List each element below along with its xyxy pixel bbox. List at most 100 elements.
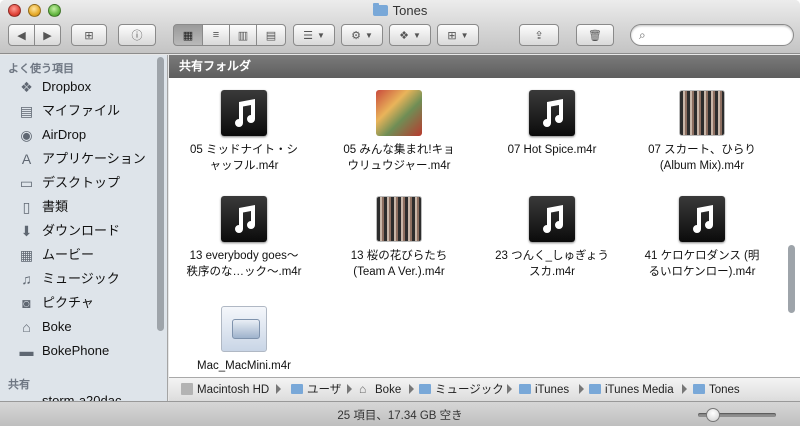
sidebar-item-music[interactable]: ♫ ミュージック: [0, 267, 167, 291]
file-item[interactable]: 07 スカート、ひらり (Album Mix).m4r: [627, 82, 777, 174]
column-view-button[interactable]: ▥: [229, 24, 257, 46]
airdrop-icon: ◉: [20, 127, 33, 143]
folder-icon: [419, 384, 431, 394]
coverflow-view-button[interactable]: ▤: [256, 24, 286, 46]
file-name-line1: 05 みんな集まれ!キョ: [343, 144, 455, 156]
path-crumb-label: iTunes Media: [605, 384, 674, 396]
home-icon: ⌂: [359, 382, 367, 396]
file-item[interactable]: 41 ケロケロダンス (明 るいロケンロー).m4r: [627, 188, 777, 280]
documents-icon: ▯: [22, 199, 31, 215]
desktop-icon: ▭: [19, 175, 34, 191]
dropbox-menu-button[interactable]: ❖ ▼: [389, 24, 431, 46]
sidebar-item-label: 書類: [42, 199, 69, 214]
file-item[interactable]: 07 Hot Spice.m4r: [477, 82, 627, 158]
action-menu-button[interactable]: ⚙ ▼: [341, 24, 383, 46]
file-name: 13 桜の花びらたち (Team A Ver.).m4r: [324, 248, 474, 280]
path-crumb-boke[interactable]: ⌂ Boke: [359, 382, 401, 398]
list-view-button[interactable]: ≡: [202, 24, 230, 46]
share-icon: ⇪: [534, 29, 544, 42]
search-icon: ⌕: [639, 28, 646, 42]
list-view-icon: ≡: [212, 29, 220, 41]
sidebar-item-shared-host[interactable]: ▭storm-a20dac: [0, 391, 160, 401]
file-name-line1: 13 桜の花びらたち: [350, 250, 448, 262]
new-folder-icon: ⊞: [84, 29, 94, 42]
album-art-thumbnail: [679, 90, 725, 136]
all-my-files-icon: ▤: [19, 103, 34, 119]
chevron-down-icon: ▼: [316, 30, 325, 40]
movies-icon: ▦: [19, 247, 34, 263]
file-name-line1: 07 Hot Spice.m4r: [507, 144, 597, 156]
search-field[interactable]: ⌕: [630, 24, 794, 46]
chevron-down-icon: ▼: [460, 30, 469, 40]
path-crumb-tones[interactable]: Tones: [693, 382, 740, 398]
new-folder-button[interactable]: ⊞: [71, 24, 107, 46]
file-name-line1: 05 ミッドナイト・シ: [190, 144, 298, 156]
music-file-icon: [529, 196, 575, 242]
path-crumb-label: Boke: [375, 384, 402, 396]
path-crumb-users[interactable]: ユーザ: [291, 382, 341, 398]
sidebar-item-label: storm-a20dac: [42, 393, 122, 401]
back-button[interactable]: ◀: [8, 24, 35, 46]
icon-view-button[interactable]: ▦: [173, 24, 203, 46]
sidebar-item-label: アプリケーション: [42, 151, 146, 166]
hard-disk-icon: [181, 383, 193, 395]
downloads-icon: ⬇: [20, 223, 33, 239]
sidebar-item-movies[interactable]: ▦ ムービー: [0, 243, 167, 267]
file-name-line2: (Team A Ver.).m4r: [353, 266, 445, 278]
path-crumb-itunes[interactable]: iTunes: [519, 382, 569, 398]
file-name: 13 everybody goes～ 秩序のな…ック～.m4r: [169, 248, 319, 280]
share-button[interactable]: ⇪: [519, 24, 559, 46]
sidebar-item-documents[interactable]: ▯ 書類: [0, 195, 167, 219]
sidebar-item-label: ダウンロード: [42, 223, 121, 238]
chevron-right-icon: [276, 384, 281, 394]
trash-button[interactable]: 🗑: [576, 24, 614, 46]
grid-icon: ⊞: [447, 29, 457, 42]
home-icon: ⌂: [22, 319, 31, 335]
sidebar-item-boke[interactable]: ⌂ Boke: [0, 315, 167, 339]
sidebar-item-label: BokePhone: [42, 343, 110, 358]
search-input[interactable]: [655, 27, 785, 43]
sidebar-item-dropbox[interactable]: ❖ Dropbox: [0, 75, 167, 99]
finder-window: Tones ◀ ▶ ⊞ ⓘ ▦ ≡ ▥ ▤ ☰ ▼ ⚙ ▼ ❖ ▼ ⊞ ▼ ⇪ 🗑 ⌕ …: [0, 0, 800, 426]
file-item[interactable]: 05 ミッドナイト・シ ャッフル.m4r: [169, 82, 319, 174]
title-toolbar: Tones ◀ ▶ ⊞ ⓘ ▦ ≡ ▥ ▤ ☰ ▼ ⚙ ▼ ❖ ▼ ⊞ ▼ ⇪ 🗑 ⌕: [0, 0, 800, 54]
sidebar-item-desktop[interactable]: ▭ デスクトップ: [0, 171, 167, 195]
file-name-line1: Mac_MacMini.m4r: [197, 360, 291, 372]
music-file-icon: [221, 196, 267, 242]
sidebar-item-label: Dropbox: [42, 79, 92, 94]
forward-button[interactable]: ▶: [34, 24, 61, 46]
path-crumb-music[interactable]: ミュージック: [419, 382, 504, 398]
file-name-line1: 07 スカート、ひらり: [648, 144, 756, 156]
status-text: 25 項目、17.34 GB 空き: [337, 410, 463, 422]
path-crumb-itunes-media[interactable]: iTunes Media: [589, 382, 674, 398]
file-item[interactable]: Mac_MacMini.m4r: [169, 298, 319, 374]
file-name-line2: ャッフル.m4r: [209, 160, 279, 172]
sidebar-item-bokephone[interactable]: ▬ BokePhone: [0, 339, 167, 363]
info-icon: ⓘ: [131, 30, 143, 42]
get-info-button[interactable]: ⓘ: [118, 24, 156, 46]
sidebar-item-downloads[interactable]: ⬇ ダウンロード: [0, 219, 167, 243]
sidebar-item-label: ムービー: [42, 247, 95, 262]
sidebar-item-all-my-files[interactable]: ▤ マイファイル: [0, 99, 167, 123]
applications-icon: A: [21, 151, 32, 167]
path-crumb-macintosh-hd[interactable]: Macintosh HD: [181, 382, 269, 398]
album-art-thumbnail: [376, 90, 422, 136]
file-item[interactable]: 05 みんな集まれ!キョ ウリュウジャー.m4r: [324, 82, 474, 174]
grid-menu-button[interactable]: ⊞ ▼: [437, 24, 479, 46]
sidebar-item-applications[interactable]: A アプリケーション: [0, 147, 167, 171]
sidebar-item-airdrop[interactable]: ◉ AirDrop: [0, 123, 167, 147]
file-name: 23 つんく_しゅぎょう スカ.m4r: [477, 248, 627, 280]
sidebar-item-pictures[interactable]: ◙ ピクチャ: [0, 291, 167, 315]
sidebar-scrollbar[interactable]: [157, 57, 164, 331]
file-name-line2: ウリュウジャー.m4r: [347, 160, 451, 172]
action-gear-icon: ⚙: [351, 29, 361, 42]
file-item[interactable]: 13 桜の花びらたち (Team A Ver.).m4r: [324, 188, 474, 280]
file-name-line2: (Album Mix).m4r: [659, 160, 745, 172]
file-item[interactable]: 13 everybody goes～ 秩序のな…ック～.m4r: [169, 188, 319, 280]
trash-icon: 🗑: [588, 29, 602, 42]
content-scrollbar[interactable]: [788, 245, 795, 313]
file-name-line1: 13 everybody goes～: [189, 250, 299, 262]
arrange-menu-button[interactable]: ☰ ▼: [293, 24, 335, 46]
icon-size-slider-knob[interactable]: [706, 408, 720, 422]
file-item[interactable]: 23 つんく_しゅぎょう スカ.m4r: [477, 188, 627, 280]
